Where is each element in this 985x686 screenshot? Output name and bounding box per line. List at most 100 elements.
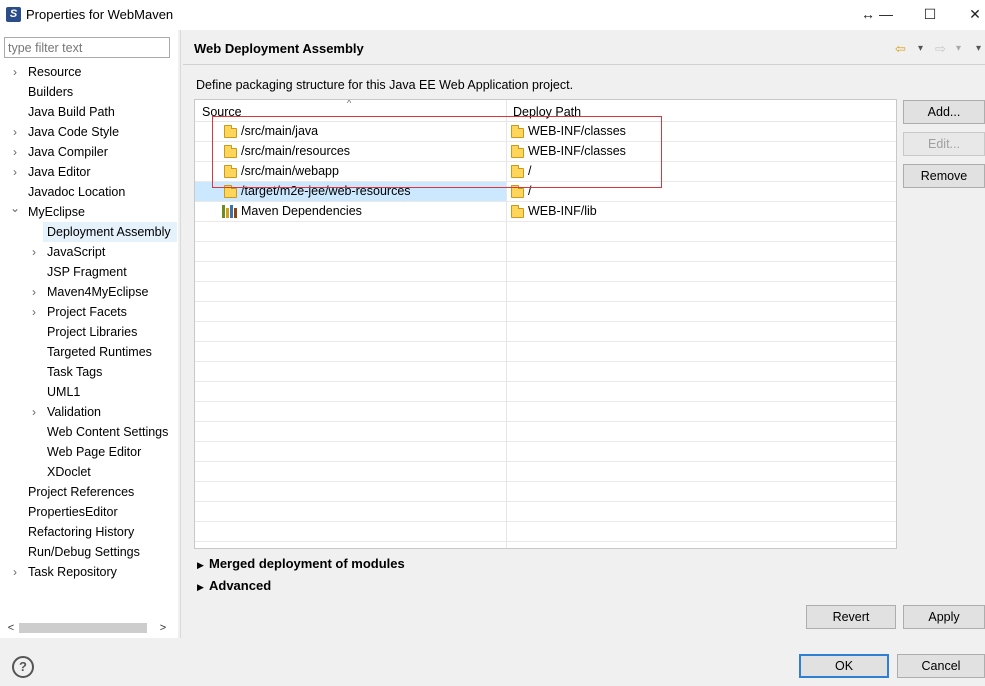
chevron-right-icon[interactable]: › — [28, 302, 40, 322]
tree-item[interactable]: Web Content Settings — [0, 422, 178, 442]
source-cell: /src/main/resources — [241, 144, 351, 158]
tree-item[interactable]: Web Page Editor — [0, 442, 178, 462]
source-column-header[interactable]: Source — [202, 105, 242, 119]
tree-item[interactable]: Refactoring History — [0, 522, 178, 542]
tree-item-label: Deployment Assembly — [43, 222, 177, 242]
merged-deployment-section[interactable]: ▶ Merged deployment of modules — [197, 556, 405, 571]
tree-item[interactable]: Javadoc Location — [0, 182, 178, 202]
empty-table-row — [195, 302, 896, 322]
scroll-right-icon[interactable]: > — [156, 621, 170, 635]
tree-item[interactable]: Java Build Path — [0, 102, 178, 122]
tree-horizontal-scrollbar[interactable]: < > — [4, 621, 170, 635]
properties-tree-pane: › Resource Builders Java Build Path › Java Co… — [0, 30, 178, 638]
empty-table-row — [195, 382, 896, 402]
cancel-button[interactable]: Cancel — [897, 654, 985, 678]
filter-input[interactable] — [4, 37, 170, 58]
maximize-button[interactable]: ☐ — [920, 4, 940, 24]
forward-arrow-icon[interactable]: ⇨ — [935, 40, 946, 58]
tree-item[interactable]: JSP Fragment — [0, 262, 178, 282]
tree-item[interactable]: UML1 — [0, 382, 178, 402]
chevron-right-icon[interactable]: › — [9, 142, 21, 162]
chevron-right-icon[interactable]: › — [28, 402, 40, 422]
tree-item-label: Java Code Style — [28, 125, 120, 139]
tree-item-label: Task Tags — [47, 365, 103, 379]
expand-triangle-icon: ▶ — [197, 560, 204, 570]
tree-item[interactable]: Targeted Runtimes — [0, 342, 178, 362]
tree-item[interactable]: Project References — [0, 482, 178, 502]
table-row[interactable]: /src/main/java WEB-INF/classes — [195, 122, 896, 142]
tree-item[interactable]: › Java Compiler — [0, 142, 178, 162]
empty-table-row — [195, 502, 896, 522]
scroll-thumb[interactable] — [19, 623, 147, 633]
back-arrow-icon[interactable]: ⇦ — [895, 40, 906, 58]
expand-triangle-icon: ▶ — [197, 582, 204, 592]
forward-menu-chevron-icon[interactable]: ▾ — [956, 40, 961, 58]
table-row[interactable]: /target/m2e-jee/web-resources / — [195, 182, 896, 202]
tree-item-label: Project Facets — [47, 305, 127, 319]
tree-item[interactable]: › JavaScript — [0, 242, 178, 262]
tree-item-label: Javadoc Location — [28, 185, 126, 199]
tree-item[interactable]: PropertiesEditor — [0, 502, 178, 522]
tree-item[interactable]: › Task Repository — [0, 562, 178, 582]
deploy-path-cell: / — [528, 184, 532, 198]
deploy-path-cell: WEB-INF/classes — [528, 144, 626, 158]
tree-item[interactable]: Project Libraries — [0, 322, 178, 342]
tree-item[interactable]: › Project Facets — [0, 302, 178, 322]
folder-icon — [224, 185, 237, 198]
tree-item[interactable]: › Java Editor — [0, 162, 178, 182]
tree-item[interactable]: › Maven4MyEclipse — [0, 282, 178, 302]
restore-size-icon[interactable]: ↔ — [858, 4, 878, 24]
close-button[interactable]: ✕ — [965, 4, 985, 24]
revert-button[interactable]: Revert — [806, 605, 896, 629]
minimize-button[interactable]: — — [876, 4, 896, 24]
remove-button[interactable]: Remove — [903, 164, 985, 188]
pane-divider[interactable] — [180, 30, 181, 638]
tree-item[interactable]: Builders — [0, 82, 178, 102]
tree-item[interactable]: › Resource — [0, 62, 178, 82]
tree-item-label: Java Build Path — [28, 105, 115, 119]
tree-item[interactable]: ⌄ MyEclipse — [0, 202, 178, 222]
scroll-left-icon[interactable]: < — [4, 621, 18, 635]
tree-item-label: UML1 — [47, 385, 81, 399]
deployment-table[interactable]: Source ^ Deploy Path /src/main/java WEB-I… — [194, 99, 897, 549]
empty-table-row — [195, 282, 896, 302]
page-title: Web Deployment Assembly — [194, 41, 364, 56]
tree-item[interactable]: › Validation — [0, 402, 178, 422]
sort-ascending-icon: ^ — [347, 99, 352, 108]
tree-item-label: Java Compiler — [28, 145, 108, 159]
edit-button[interactable]: Edit... — [903, 132, 985, 156]
deploy-path-cell: WEB-INF/lib — [528, 204, 597, 218]
table-row[interactable]: /src/main/resources WEB-INF/classes — [195, 142, 896, 162]
help-icon[interactable]: ? — [12, 656, 34, 678]
apply-button[interactable]: Apply — [903, 605, 985, 629]
deploy-path-cell: WEB-INF/classes — [528, 124, 626, 138]
table-row[interactable]: /src/main/webapp / — [195, 162, 896, 182]
tree-item[interactable]: › Java Code Style — [0, 122, 178, 142]
table-row[interactable]: Maven Dependencies WEB-INF/lib — [195, 202, 896, 222]
ok-button[interactable]: OK — [799, 654, 889, 678]
page-navigation: ⇦ ▾ ⇨ ▾ ▾ — [893, 40, 985, 58]
view-menu-chevron-icon[interactable]: ▾ — [976, 40, 981, 58]
tree-item[interactable]: Run/Debug Settings — [0, 542, 178, 562]
chevron-right-icon[interactable]: › — [9, 122, 21, 142]
tree-item-label: Web Page Editor — [47, 445, 142, 459]
deploy-path-column-header[interactable]: Deploy Path — [513, 105, 581, 119]
chevron-right-icon[interactable]: › — [9, 162, 21, 182]
add-button[interactable]: Add... — [903, 100, 985, 124]
tree-item[interactable]: Deployment Assembly — [0, 222, 178, 242]
table-header: Source ^ Deploy Path — [195, 100, 896, 122]
back-menu-chevron-icon[interactable]: ▾ — [918, 40, 923, 58]
tree-item[interactable]: Task Tags — [0, 362, 178, 382]
chevron-right-icon[interactable]: › — [28, 242, 40, 262]
column-separator[interactable] — [506, 100, 507, 548]
chevron-right-icon[interactable]: › — [28, 282, 40, 302]
merged-deployment-label: Merged deployment of modules — [209, 556, 405, 571]
tree-item[interactable]: XDoclet — [0, 462, 178, 482]
chevron-right-icon[interactable]: › — [9, 62, 21, 82]
folder-icon — [224, 145, 237, 158]
tree-item-label: Refactoring History — [28, 525, 135, 539]
advanced-section[interactable]: ▶ Advanced — [197, 578, 271, 593]
empty-table-row — [195, 462, 896, 482]
chevron-down-icon[interactable]: ⌄ — [9, 202, 21, 218]
chevron-right-icon[interactable]: › — [9, 562, 21, 582]
